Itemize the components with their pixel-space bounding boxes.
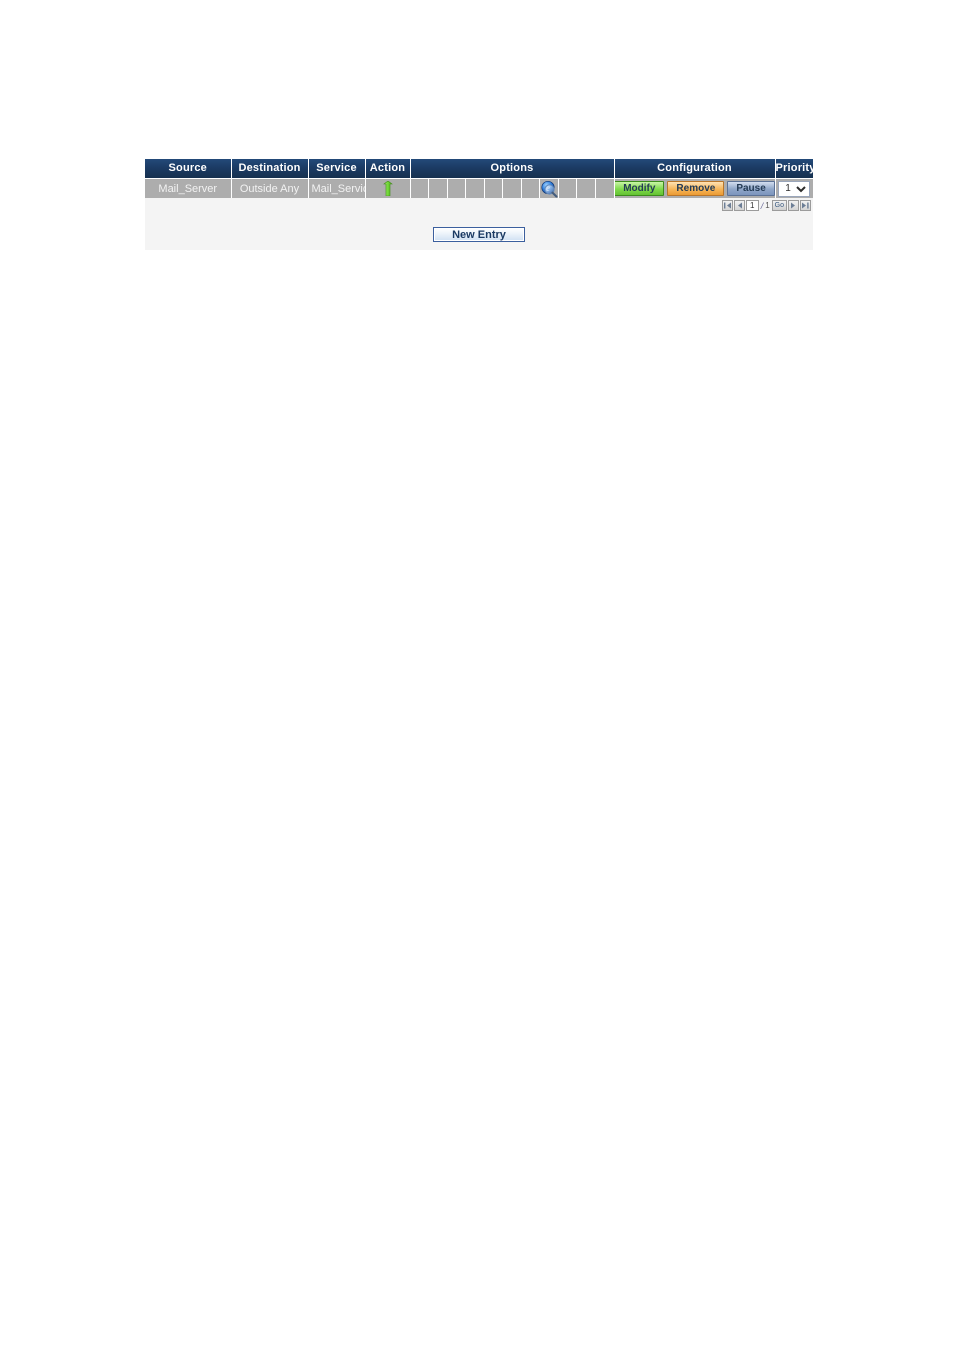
page-number-input[interactable] <box>745 200 759 211</box>
option-slot-1[interactable] <box>411 179 430 198</box>
cell-destination: Outside Any <box>231 178 309 198</box>
permit-arrow-icon <box>382 180 393 197</box>
option-slot-8[interactable]: e <box>540 179 559 198</box>
cell-configuration: Modify Remove Pause <box>614 178 776 198</box>
option-slot-2[interactable] <box>429 179 448 198</box>
priority-select[interactable]: 1 <box>778 180 811 197</box>
pause-button[interactable]: Pause <box>727 181 774 196</box>
page-separator: / <box>760 200 764 211</box>
first-page-icon[interactable] <box>721 200 733 211</box>
column-header-service: Service <box>308 159 366 179</box>
next-page-icon[interactable] <box>788 200 799 211</box>
destination-value: Outside Any <box>239 182 300 195</box>
option-slot-9[interactable] <box>559 179 578 198</box>
table-row: Mail_Server Outside Any Mail_Servic... <box>145 178 814 198</box>
new-entry-row: New Entry <box>145 227 813 242</box>
cell-source: Mail_Server <box>145 178 232 198</box>
column-header-source: Source <box>145 159 232 179</box>
modify-button[interactable]: Modify <box>614 181 665 196</box>
option-slot-7[interactable] <box>522 179 541 198</box>
cell-service: Mail_Servic... <box>308 178 366 198</box>
prev-page-icon[interactable] <box>733 200 745 211</box>
option-slot-10[interactable] <box>577 179 596 198</box>
column-header-options: Options <box>410 159 615 179</box>
total-pages-label: 1 <box>765 201 770 210</box>
cell-priority: 1 <box>775 178 814 198</box>
go-button[interactable]: Go <box>771 200 787 211</box>
configuration-buttons: Modify Remove Pause <box>614 179 774 198</box>
column-header-destination: Destination <box>231 159 309 179</box>
last-page-icon[interactable] <box>800 200 811 211</box>
option-slot-3[interactable] <box>448 179 467 198</box>
option-slot-6[interactable] <box>503 179 522 198</box>
column-header-priority: Priority <box>775 159 813 179</box>
priority-wrapper: 1 <box>776 179 814 198</box>
service-value: Mail_Servic... <box>311 182 365 195</box>
cell-action <box>365 178 411 198</box>
pagination-bar: / 1 Go <box>721 200 811 211</box>
option-slot-11[interactable] <box>596 179 613 198</box>
new-entry-button[interactable]: New Entry <box>433 227 525 242</box>
column-header-configuration: Configuration <box>614 159 776 179</box>
e-search-icon[interactable]: e <box>540 180 558 198</box>
policy-rule-panel: Source Destination Service Action Option… <box>145 159 813 250</box>
option-slot-5[interactable] <box>485 179 504 198</box>
remove-button[interactable]: Remove <box>667 181 725 196</box>
column-header-action: Action <box>365 159 411 179</box>
source-value: Mail_Server <box>158 182 218 195</box>
policy-rule-table: Source Destination Service Action Option… <box>145 159 813 198</box>
cell-options: e <box>410 178 615 198</box>
options-cell-strip: e <box>411 179 614 198</box>
table-header-row: Source Destination Service Action Option… <box>145 159 813 179</box>
option-slot-4[interactable] <box>466 179 485 198</box>
